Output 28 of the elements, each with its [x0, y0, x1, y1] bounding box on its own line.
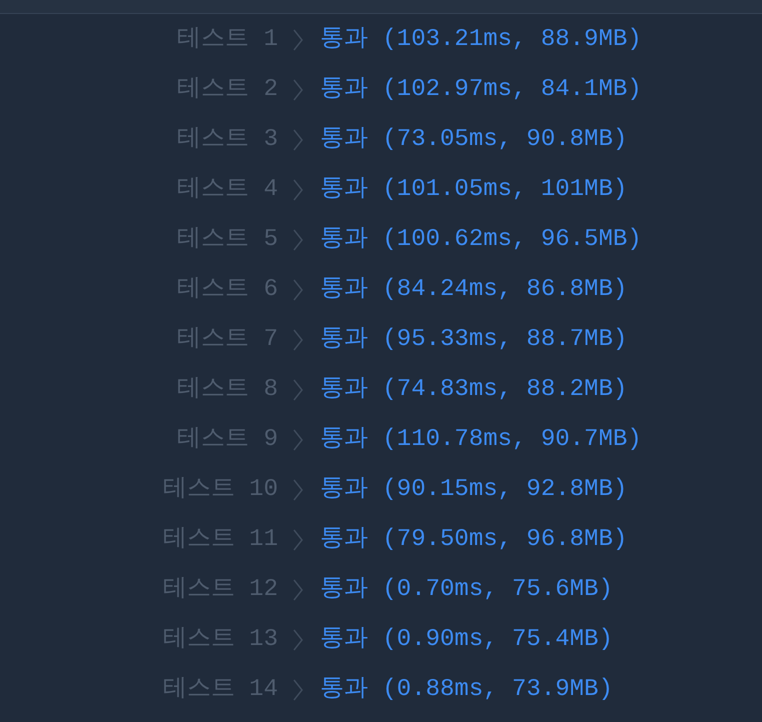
chevron-icon [292, 278, 304, 302]
test-result: 통과 (0.70ms, 75.6MB) [320, 575, 613, 605]
chevron-icon [292, 178, 304, 202]
test-result: 통과 (74.83ms, 88.2MB) [320, 375, 628, 405]
chevron-icon [292, 628, 304, 652]
chevron-icon [292, 528, 304, 552]
chevron-icon [292, 578, 304, 602]
chevron-icon [292, 478, 304, 502]
chevron-icon [292, 78, 304, 102]
chevron-icon [292, 228, 304, 252]
chevron-icon [292, 28, 304, 52]
test-result: 통과 (100.62ms, 96.5MB) [320, 225, 642, 255]
chevron-icon [292, 678, 304, 702]
chevron-icon [292, 428, 304, 452]
chevron-icon [292, 328, 304, 352]
test-result: 통과 (101.05ms, 101MB) [320, 175, 628, 205]
test-result: 통과 (0.88ms, 73.9MB) [320, 675, 613, 705]
chevron-icon [292, 128, 304, 152]
test-result: 통과 (103.21ms, 88.9MB) [320, 25, 642, 55]
test-result: 통과 (73.05ms, 90.8MB) [320, 125, 628, 155]
test-result: 통과 (95.33ms, 88.7MB) [320, 325, 628, 355]
test-result: 통과 (0.90ms, 75.4MB) [320, 625, 613, 655]
test-result: 통과 (102.97ms, 84.1MB) [320, 75, 642, 105]
test-result: 통과 (84.24ms, 86.8MB) [320, 275, 628, 305]
test-result: 통과 (110.78ms, 90.7MB) [320, 425, 642, 455]
chevron-icon [292, 378, 304, 402]
test-result: 통과 (90.15ms, 92.8MB) [320, 475, 628, 505]
test-result: 통과 (79.50ms, 96.8MB) [320, 525, 628, 555]
